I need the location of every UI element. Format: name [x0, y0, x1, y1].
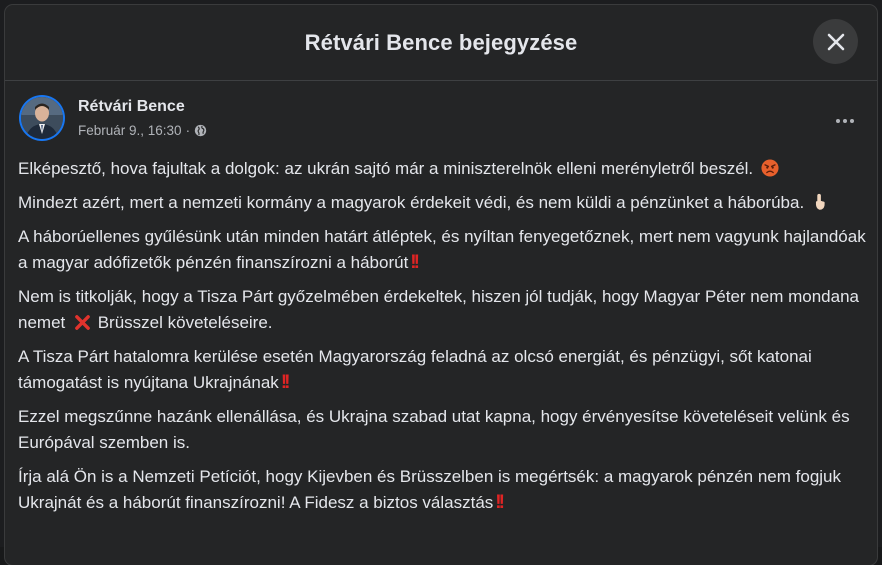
author-name[interactable]: Rétvári Bence — [78, 98, 185, 116]
post-meta: Február 9., 16:30 · — [78, 123, 207, 138]
paragraph-2: Mindezt azért, mert a nemzeti kormány a … — [18, 190, 866, 216]
post-header: Rétvári Bence Február 9., 16:30 · — [19, 95, 859, 145]
post-options-button[interactable] — [827, 103, 863, 139]
dialog-title: Rétvári Bence bejegyzése — [304, 29, 578, 55]
meta-separator: · — [185, 123, 191, 138]
dialog-header: Rétvári Bence bejegyzése — [5, 5, 877, 81]
avatar[interactable] — [19, 95, 65, 141]
cross-mark-icon — [75, 315, 90, 330]
pointing-up-hand-icon — [815, 193, 825, 210]
double-exclamation-icon: !! — [410, 252, 420, 273]
angry-face-icon — [761, 159, 779, 177]
paragraph-1: Elképesztő, hova fajultak a dolgok: az u… — [18, 156, 866, 182]
profile-photo — [21, 97, 63, 139]
paragraph-3: A háborúellenes gyűlésünk után minden ha… — [18, 227, 866, 273]
double-exclamation-icon: !! — [280, 372, 291, 393]
more-horizontal-icon — [835, 118, 856, 124]
globe-icon — [194, 124, 207, 137]
post-date[interactable]: Február 9., 16:30 — [78, 123, 182, 138]
paragraph-6: Ezzel megszűnne hazánk ellenállása, és U… — [18, 407, 850, 452]
paragraph-4: Nem is titkolják, hogy a Tisza Párt győz… — [18, 287, 859, 332]
close-button[interactable] — [813, 19, 858, 64]
post-text: Elképesztő, hova fajultak a dolgok: az u… — [18, 156, 866, 524]
double-exclamation-icon: !! — [495, 492, 505, 513]
paragraph-7: Írja alá Ön is a Nemzeti Petíciót, hogy … — [18, 467, 842, 513]
post-dialog: Rétvári Bence bejegyzése Rétvári Bence F… — [5, 5, 877, 565]
close-icon — [827, 33, 844, 50]
paragraph-5: A Tisza Párt hatalomra kerülése esetén M… — [18, 347, 812, 393]
